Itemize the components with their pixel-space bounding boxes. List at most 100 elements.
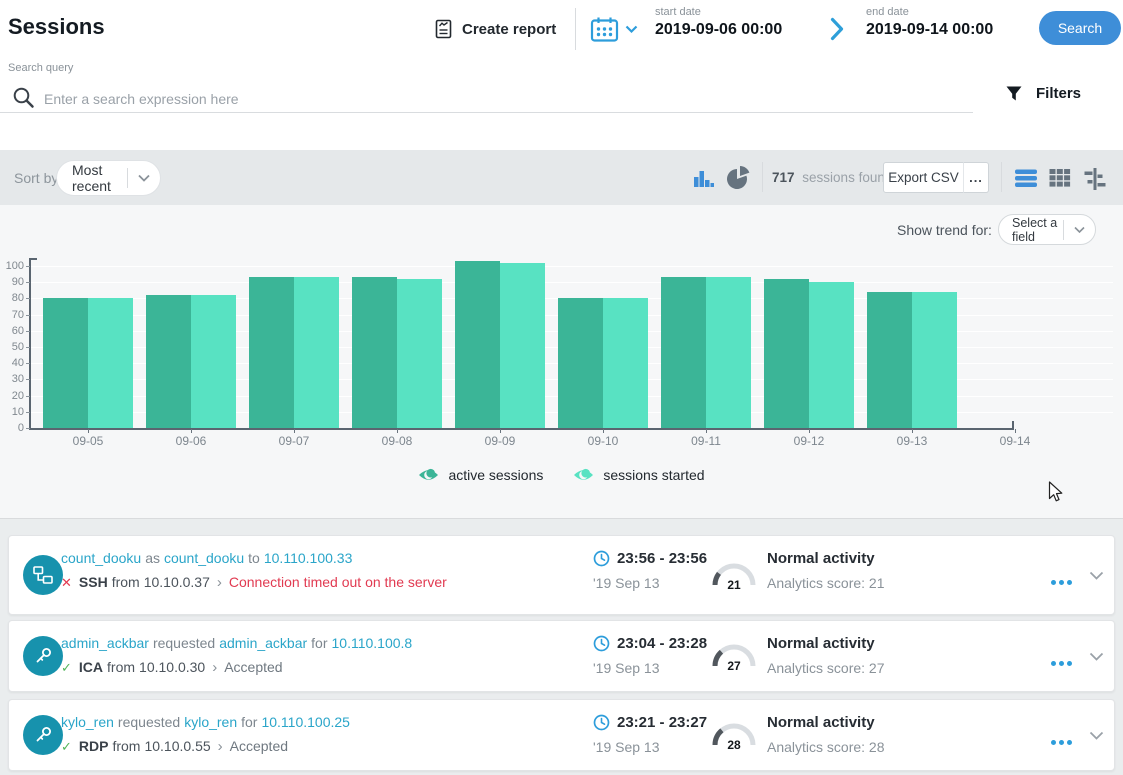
more-options-button[interactable] <box>1051 572 1075 590</box>
search-button[interactable]: Search <box>1039 11 1121 45</box>
sort-by-dropdown[interactable]: Most recent <box>56 160 161 196</box>
analytics-score-gauge: 21 <box>711 558 757 592</box>
expand-chevron-icon[interactable] <box>1089 731 1104 740</box>
create-report-button[interactable]: Create report <box>434 18 556 40</box>
expand-chevron-icon[interactable] <box>1089 571 1104 580</box>
legend-toggle-active-sessions[interactable]: active sessions <box>418 467 543 483</box>
flow-view-icon[interactable] <box>1083 168 1107 190</box>
session-user-link[interactable]: admin_ackbar <box>61 635 149 651</box>
success-icon: ✓ <box>61 739 72 754</box>
key-icon <box>32 645 54 667</box>
eye-icon <box>573 468 594 482</box>
connector-text: for <box>311 635 327 651</box>
bar-active-sessions <box>867 292 912 428</box>
success-icon: ✓ <box>61 660 72 675</box>
analytics-score-label: Analytics score: 28 <box>767 739 885 755</box>
session-user-link[interactable]: count_dooku <box>61 550 141 566</box>
chevron-right-icon: › <box>212 659 217 676</box>
bar-sessions-started <box>397 279 442 428</box>
session-card[interactable]: admin_ackbarrequestedadmin_ackbarfor10.1… <box>8 620 1115 692</box>
sessions-trend-chart: Show trend for: Select a field 010203040… <box>0 205 1123 518</box>
session-target-link[interactable]: 10.110.100.25 <box>261 714 350 730</box>
source-address: 10.10.0.55 <box>144 738 210 754</box>
y-axis-label: 0 <box>0 422 24 434</box>
session-user-link[interactable]: kylo_ren <box>61 714 114 730</box>
session-line1: kylo_renrequestedkylo_renfor10.110.100.2… <box>61 714 354 730</box>
x-axis-label: 09-07 <box>254 434 334 448</box>
protocol-label: ICA <box>79 659 103 675</box>
create-report-label: Create report <box>462 21 556 38</box>
bar-sessions-started <box>500 263 545 428</box>
bar-active-sessions <box>43 298 88 428</box>
end-date-label: end date <box>866 6 993 18</box>
session-line1: admin_ackbarrequestedadmin_ackbarfor10.1… <box>61 635 416 651</box>
start-date-value[interactable]: 2019-09-06 00:00 <box>655 21 782 39</box>
session-card[interactable]: count_dookuascount_dookuto10.110.100.33 … <box>8 535 1115 615</box>
session-date: '19 Sep 13 <box>593 660 707 676</box>
end-date-value[interactable]: 2019-09-14 00:00 <box>866 21 993 39</box>
bar-active-sessions <box>146 295 191 428</box>
trend-field-dropdown[interactable]: Select a field <box>998 214 1096 245</box>
end-date-field[interactable]: end date 2019-09-14 00:00 <box>866 6 993 39</box>
header-divider <box>575 8 576 50</box>
y-axis-tick <box>26 379 30 380</box>
session-user2-link[interactable]: admin_ackbar <box>219 635 307 651</box>
dropdown-divider <box>127 168 128 188</box>
from-text: from <box>107 659 135 675</box>
sort-by-label: Sort by <box>14 170 58 186</box>
y-axis-cap <box>29 258 37 260</box>
session-target-link[interactable]: 10.110.100.8 <box>332 635 413 651</box>
bar-sessions-started <box>603 298 648 428</box>
error-icon: ✕ <box>61 575 72 590</box>
session-time-column: 23:04 - 23:28 '19 Sep 13 <box>593 635 707 676</box>
start-date-field[interactable]: start date 2019-09-06 00:00 <box>655 6 782 39</box>
x-axis-tick <box>294 429 295 433</box>
export-csv-button[interactable]: Export CSV <box>883 162 964 193</box>
protocol-label: SSH <box>79 574 108 590</box>
date-range-picker-button[interactable] <box>590 16 638 43</box>
analytics-score-number: 21 <box>727 578 741 592</box>
y-axis-label: 60 <box>0 325 24 337</box>
search-input[interactable] <box>44 87 944 111</box>
session-user2-link[interactable]: kylo_ren <box>184 714 237 730</box>
bar-chart-view-icon[interactable] <box>692 166 716 190</box>
session-time-range: 23:04 - 23:28 <box>617 635 707 652</box>
y-axis-tick <box>26 412 30 413</box>
chevron-down-icon <box>625 25 638 34</box>
filters-button[interactable]: Filters <box>1005 85 1081 102</box>
session-user2-link[interactable]: count_dooku <box>164 550 244 566</box>
legend-toggle-sessions-started[interactable]: sessions started <box>573 467 704 483</box>
x-axis-tick <box>191 429 192 433</box>
sessions-count: 717 sessions found <box>772 170 892 185</box>
x-axis-label: 09-10 <box>563 434 643 448</box>
table-view-icon[interactable] <box>1048 168 1072 189</box>
toolbar-divider <box>762 162 763 192</box>
remote-session-avatar <box>23 555 63 595</box>
clock-icon <box>593 635 610 652</box>
session-verdict: Normal activity <box>767 714 885 731</box>
eye-icon <box>418 468 439 482</box>
analytics-score-gauge: 28 <box>711 718 757 752</box>
x-axis-label: 09-06 <box>151 434 231 448</box>
bar-sessions-started <box>912 292 957 428</box>
sessions-page: Sessions Create report start date 2019-0… <box>0 0 1123 775</box>
session-time-column: 23:21 - 23:27 '19 Sep 13 <box>593 714 707 755</box>
from-text: from <box>112 574 140 590</box>
expand-chevron-icon[interactable] <box>1089 652 1104 661</box>
session-result: Accepted <box>230 738 288 754</box>
session-result: Connection timed out on the server <box>229 574 447 590</box>
more-options-button[interactable] <box>1051 732 1075 750</box>
x-axis-label: 09-13 <box>872 434 952 448</box>
more-options-button[interactable] <box>1051 653 1075 671</box>
session-card[interactable]: kylo_renrequestedkylo_renfor10.110.100.2… <box>8 699 1115 771</box>
session-target-link[interactable]: 10.110.100.33 <box>264 550 353 566</box>
session-line2: ✕SSHfrom10.10.0.37›Connection timed out … <box>61 574 447 591</box>
connector-text: to <box>248 550 260 566</box>
pie-chart-view-icon[interactable] <box>726 166 751 191</box>
bar-sessions-started <box>191 295 236 428</box>
trend-field-value: Select a field <box>999 216 1063 244</box>
export-more-button[interactable]: ... <box>963 162 989 193</box>
y-axis-tick <box>26 331 30 332</box>
list-view-icon[interactable] <box>1014 169 1038 188</box>
session-line2: ✓ICAfrom10.10.0.30›Accepted <box>61 659 283 676</box>
